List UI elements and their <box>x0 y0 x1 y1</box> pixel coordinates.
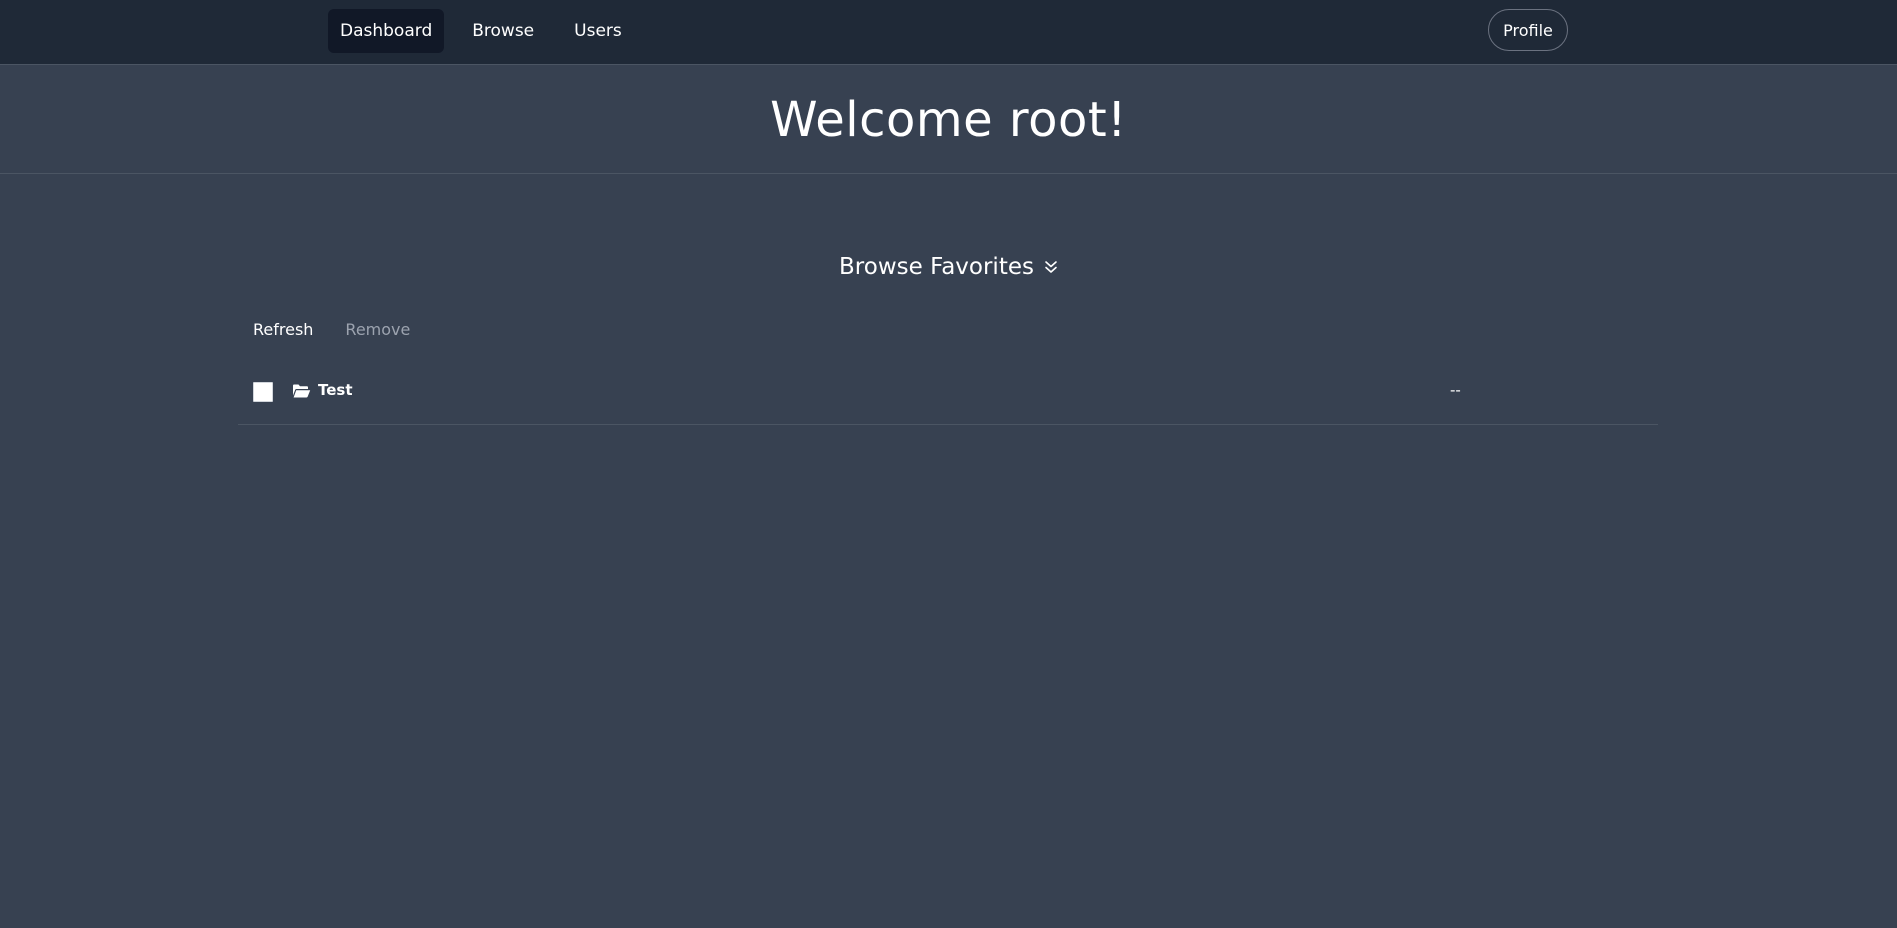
browse-favorites-toggle[interactable]: Browse Favorites <box>0 254 1897 280</box>
nav-links: Dashboard Browse Users <box>328 9 634 53</box>
top-navbar: Dashboard Browse Users Profile <box>0 0 1897 65</box>
nav-link-dashboard[interactable]: Dashboard <box>328 9 445 53</box>
nav-link-users[interactable]: Users <box>562 9 634 53</box>
favorites-toolbar: Refresh Remove <box>253 320 410 339</box>
item-name[interactable]: Test <box>318 381 353 399</box>
nav-link-browse[interactable]: Browse <box>460 9 546 53</box>
double-chevron-down-icon <box>1045 261 1057 273</box>
item-size: -- <box>1450 381 1461 399</box>
favorites-title: Browse Favorites <box>839 254 1034 280</box>
page-title: Welcome root! <box>770 91 1127 148</box>
row-checkbox[interactable] <box>253 382 273 402</box>
refresh-button[interactable]: Refresh <box>253 320 313 339</box>
welcome-header: Welcome root! <box>0 66 1897 174</box>
remove-button[interactable]: Remove <box>345 320 410 339</box>
profile-button[interactable]: Profile <box>1488 9 1568 51</box>
list-item[interactable]: Test -- <box>238 364 1658 425</box>
favorites-list: Test -- <box>238 364 1658 425</box>
folder-open-icon <box>293 384 311 398</box>
